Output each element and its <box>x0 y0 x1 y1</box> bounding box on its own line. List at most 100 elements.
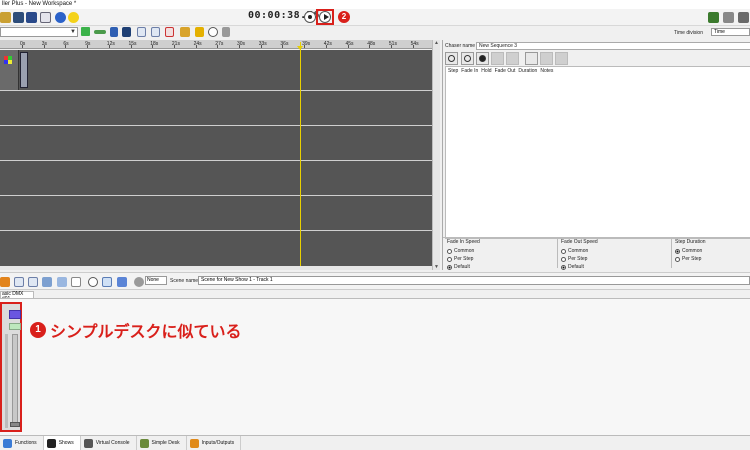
arrow-right-icon[interactable] <box>0 277 10 287</box>
record-chaser-button[interactable] <box>476 52 489 65</box>
radio-button[interactable] <box>561 248 566 254</box>
ruler-tick-mark <box>43 45 45 48</box>
ruler-tick-mark <box>173 45 175 48</box>
play-chaser-button[interactable] <box>461 52 474 65</box>
scene-name-input[interactable]: Scene for New Show 1 - Track 1 <box>198 276 750 285</box>
app-window: ller Plus - New Workspace * ▼ 00:00:38.7… <box>0 0 750 450</box>
timeline-tracks[interactable] <box>0 50 432 266</box>
column-header[interactable]: Duration <box>518 68 537 74</box>
time-ruler[interactable]: 0s 3s 6s 9s 12s 15s 18s 21s 24s 27s 30s 33s 36s 39s 42… <box>0 40 432 49</box>
shows-icon <box>46 438 56 448</box>
tab-virtual-console[interactable]: Virtual Console <box>81 436 137 450</box>
clone-icon[interactable] <box>28 277 38 287</box>
timeline-vscrollbar[interactable]: ▲ ▼ <box>432 40 440 270</box>
next-step-button[interactable] <box>506 52 519 65</box>
tab-label: Inputs/Outputs <box>201 440 235 446</box>
scroll-down-icon[interactable]: ▼ <box>434 264 439 270</box>
radio-button[interactable] <box>447 264 452 270</box>
add-audio-icon[interactable] <box>110 27 118 37</box>
sequence-item[interactable] <box>20 52 28 88</box>
mode-select[interactable]: None <box>145 276 167 285</box>
radio-button[interactable] <box>561 264 566 270</box>
ruler-tick-mark <box>390 45 392 48</box>
annotation-text: シンプルデスクに似ている <box>50 324 242 341</box>
step-table[interactable]: Step Fade In Hold Fade Out Duration Note… <box>445 66 750 239</box>
add-video-icon[interactable] <box>122 27 131 37</box>
radio-button[interactable] <box>561 256 566 262</box>
ruler-tick-mark <box>87 45 89 48</box>
stop-button[interactable] <box>304 11 316 23</box>
add-track-icon[interactable] <box>81 27 90 36</box>
previous-step-button[interactable] <box>491 52 504 65</box>
track-separator <box>0 230 432 231</box>
monitor-icon[interactable] <box>13 12 24 23</box>
timeline-hscrollbar[interactable] <box>0 266 432 270</box>
stop-chaser-button[interactable] <box>445 52 458 65</box>
chaser-name-input[interactable]: New Sequence 3 <box>476 42 750 50</box>
annotation-badge-2: 2 <box>338 11 350 23</box>
edit-step-button[interactable] <box>555 52 568 65</box>
speed-dial-icon[interactable] <box>88 277 98 287</box>
column-header[interactable]: Fade In <box>461 68 478 74</box>
radio-button[interactable] <box>447 256 452 262</box>
track-separator <box>0 90 432 91</box>
window-title: ller Plus - New Workspace * <box>0 0 750 9</box>
clock-icon[interactable] <box>208 27 218 37</box>
column-header[interactable]: Fade Out <box>495 68 516 74</box>
blind-icon[interactable] <box>117 277 127 287</box>
snap-grid-icon[interactable] <box>222 27 230 37</box>
add-step-button[interactable] <box>525 52 538 65</box>
blackout-icon[interactable] <box>738 12 749 23</box>
info-icon[interactable] <box>68 12 79 23</box>
time-cursor[interactable] <box>300 42 301 266</box>
radio-button[interactable] <box>675 248 680 254</box>
delete-icon[interactable] <box>165 27 174 37</box>
universe-tab[interactable]: asic DMX #01 <box>0 291 34 302</box>
paste-icon[interactable] <box>151 27 160 37</box>
time-division-select[interactable]: Time <box>711 28 750 36</box>
tab-simple-desk[interactable]: Simple Desk <box>137 436 187 450</box>
channel-button[interactable] <box>9 310 21 319</box>
fader-slider[interactable] <box>12 334 18 426</box>
time-cursor-handle[interactable] <box>297 46 303 50</box>
column-header[interactable]: Hold <box>481 68 491 74</box>
tab-inputs-outputs[interactable]: Inputs/Outputs <box>187 436 242 450</box>
color-icon[interactable] <box>180 27 190 37</box>
copy-icon[interactable] <box>137 27 146 37</box>
main-tabs: Functions Shows Virtual Console Simple D… <box>0 435 750 450</box>
column-header[interactable]: Step <box>448 68 458 74</box>
help-icon[interactable] <box>55 12 66 23</box>
ruler-tick-mark <box>282 45 284 48</box>
ruler-tick-mark <box>130 45 132 48</box>
new-scene-icon[interactable] <box>14 277 24 287</box>
group-title: Step Duration <box>675 239 706 245</box>
track-header[interactable] <box>0 50 19 90</box>
tap-icon[interactable] <box>134 277 144 287</box>
disable-all-icon[interactable] <box>57 277 67 287</box>
enable-all-icon[interactable] <box>42 277 52 287</box>
grid-icon[interactable] <box>71 277 81 287</box>
fader-handle[interactable] <box>10 422 20 427</box>
divider <box>671 238 672 268</box>
show-selector[interactable]: ▼ <box>0 27 78 37</box>
group-title: Fade In Speed <box>447 239 480 245</box>
radio-button[interactable] <box>447 248 452 254</box>
settings-icon[interactable] <box>708 12 719 23</box>
tab-shows[interactable]: Shows <box>43 436 81 450</box>
panic-icon[interactable] <box>723 12 734 23</box>
radio-label: Common <box>568 248 589 254</box>
add-sequence-icon[interactable] <box>94 30 106 34</box>
fixture-view-icon[interactable] <box>102 277 112 287</box>
remove-step-button[interactable] <box>540 52 553 65</box>
tab-functions[interactable]: Functions <box>0 436 44 450</box>
radio-button[interactable] <box>675 256 680 262</box>
ruler-tick-mark <box>217 45 219 48</box>
column-header[interactable]: Notes <box>540 68 553 74</box>
lock-icon[interactable] <box>195 27 204 37</box>
open-workspace-icon[interactable] <box>0 12 11 23</box>
tab-label: Virtual Console <box>95 440 130 446</box>
fixture-icon[interactable] <box>40 12 51 23</box>
ruler-tick-mark <box>152 45 154 48</box>
scroll-up-icon[interactable]: ▲ <box>434 40 439 46</box>
save-icon[interactable] <box>26 12 37 23</box>
